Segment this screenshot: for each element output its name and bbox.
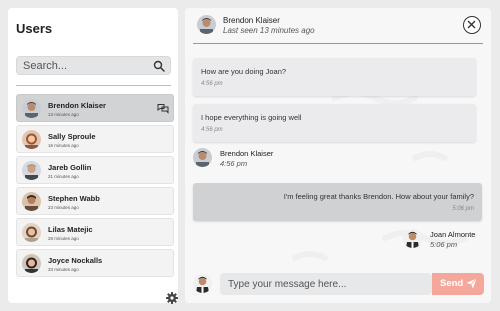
user-name: Brendon Klaiser [48,101,106,110]
send-button[interactable]: Send [432,273,484,295]
user-item-brendon-klaiser[interactable]: Brendon Klaiser 13 minutes ago [16,94,174,122]
message-text: I'm feeling great thanks Brendon. How ab… [283,192,474,201]
close-icon [467,20,476,29]
sidebar-divider [16,85,171,86]
user-last-seen: 13 minutes ago [48,112,79,117]
sender-name: Brendon Klaiser [220,149,274,158]
message-outgoing: I'm feeling great thanks Brendon. How ab… [193,183,482,221]
message-time: 4:56 pm [201,81,223,87]
sender-time: 4:56 pm [220,159,248,168]
user-last-seen: 21 minutes ago [48,174,79,179]
sender-name: Joan Almonte [430,230,476,239]
paper-plane-icon [466,278,477,289]
avatar [22,223,41,242]
message-time: 5:06 pm [452,206,474,212]
message-text: How are you doing Joan? [201,67,287,76]
user-item-jareb-gollin[interactable]: Jareb Gollin 21 minutes ago [16,156,174,184]
avatar [22,192,41,211]
user-last-seen: 33 minutes ago [48,267,79,272]
message-incoming: I hope everything is going well 4:56 pm [193,104,476,142]
chat-header-name: Brendon Klaiser [223,16,280,25]
user-last-seen: 28 minutes ago [48,236,79,241]
avatar [22,254,41,273]
user-name: Lilas Matejic [48,225,93,234]
user-name: Joyce Nockalls [48,256,103,265]
avatar [22,99,41,118]
chat-header-avatar [197,15,216,34]
users-panel: Users Brendon Klaiser 13 minutes ago Sal… [8,8,178,304]
sender-time: 5:06 pm [430,240,458,249]
search-box[interactable] [16,56,171,75]
message-incoming: How are you doing Joan? 4:56 pm [193,58,476,96]
user-list: Brendon Klaiser 13 minutes ago Sally Spr… [16,94,174,280]
close-button[interactable] [463,16,481,34]
user-last-seen: 23 minutes ago [48,205,79,210]
sender-avatar [193,148,212,167]
sender-avatar [403,229,422,248]
user-item-lilas-matejic[interactable]: Lilas Matejic 28 minutes ago [16,218,174,246]
avatar [22,161,41,180]
message-time: 4:56 pm [201,127,223,133]
message-text: I hope everything is going well [201,113,302,122]
user-last-seen: 16 minutes ago [48,143,79,148]
chat-header-status: Last seen 13 minutes ago [223,26,315,35]
send-button-label: Send [440,278,464,289]
users-title: Users [16,21,53,36]
message-input[interactable] [220,273,432,295]
user-item-stephen-wabb[interactable]: Stephen Wabb 23 minutes ago [16,187,174,215]
chat-panel: Brendon Klaiser Last seen 13 minutes ago… [185,8,491,303]
chat-header-divider [193,43,483,44]
user-name: Jareb Gollin [48,163,92,172]
avatar [22,130,41,149]
user-name: Sally Sproule [48,132,96,141]
search-icon[interactable] [153,60,165,72]
gear-icon[interactable] [166,292,178,304]
user-name: Stephen Wabb [48,194,100,203]
composer-avatar [193,274,212,293]
chat-bubbles-icon [157,104,169,114]
search-input[interactable] [23,59,143,73]
user-item-joyce-nockalls[interactable]: Joyce Nockalls 33 minutes ago [16,249,174,277]
user-item-sally-sproule[interactable]: Sally Sproule 16 minutes ago [16,125,174,153]
